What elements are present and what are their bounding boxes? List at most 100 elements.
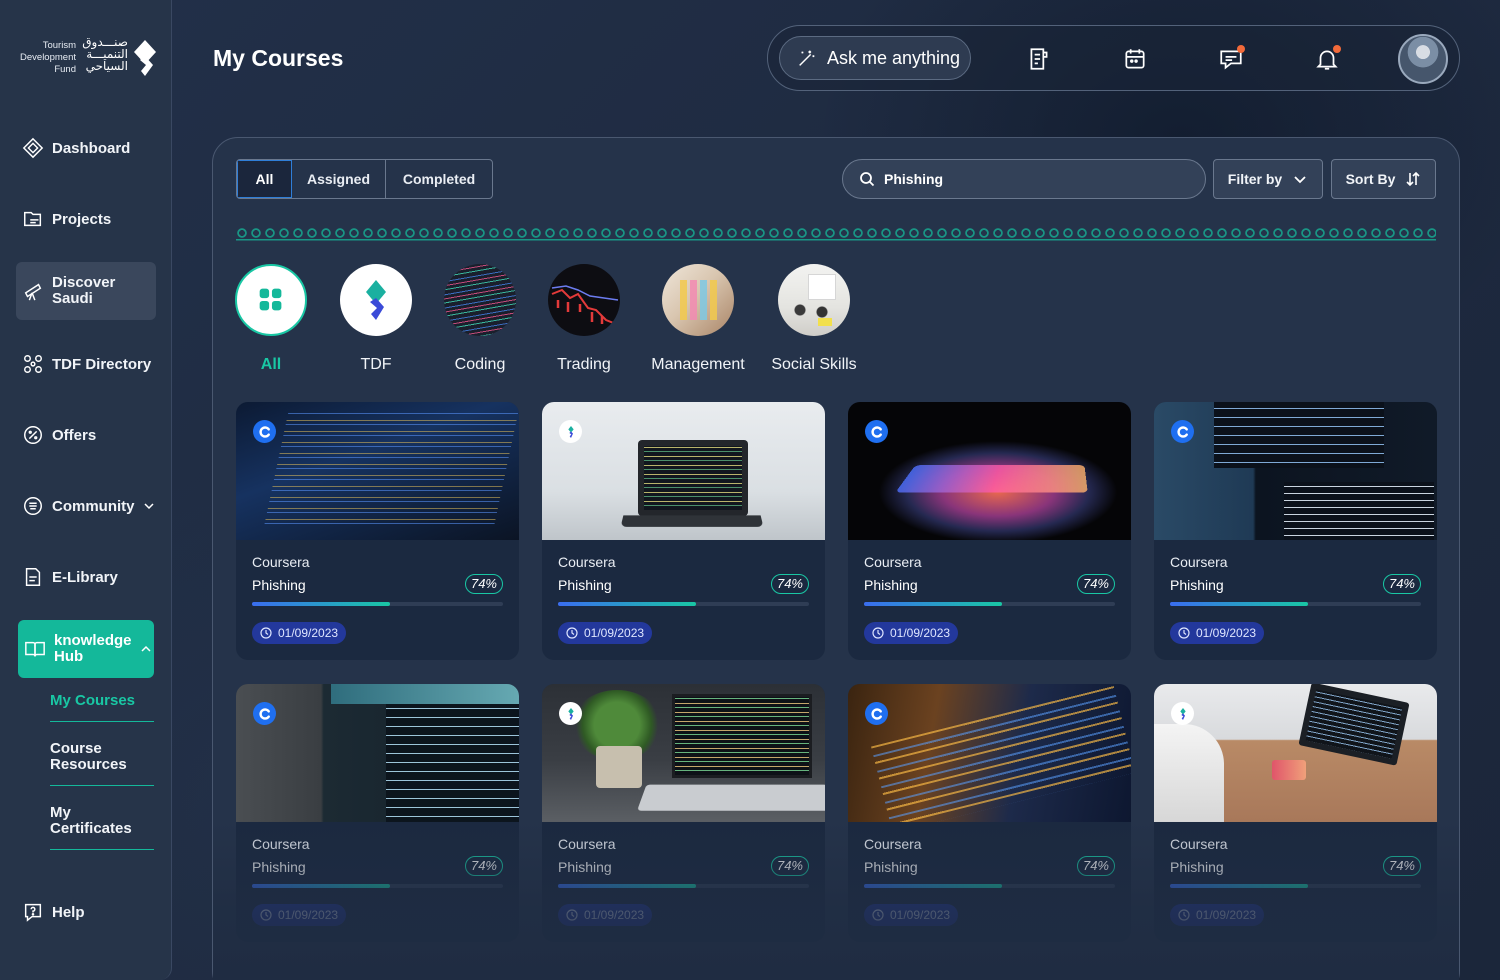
course-thumbnail bbox=[1154, 402, 1437, 540]
course-date-chip: 01/09/2023 bbox=[1170, 904, 1264, 926]
course-date-chip: 01/09/2023 bbox=[864, 622, 958, 644]
ask-me-anything-button[interactable]: Ask me anything bbox=[779, 36, 971, 80]
course-card[interactable]: Coursera Phishing 74% 01/09/2023 bbox=[848, 402, 1131, 660]
sidebar-item-dashboard[interactable]: Dashboard bbox=[16, 126, 156, 170]
chair-graphic bbox=[1154, 724, 1224, 822]
laptop-keyboard-graphic bbox=[621, 515, 764, 526]
sidebar-item-e-library[interactable]: E-Library bbox=[16, 555, 156, 599]
decorative-pattern-divider bbox=[236, 224, 1436, 242]
open-book-icon bbox=[24, 638, 46, 660]
clock-icon bbox=[260, 909, 272, 921]
course-thumbnail bbox=[542, 684, 825, 822]
category-coding[interactable]: Coding bbox=[435, 264, 525, 374]
sidebar: صنـــدوق التنميـــة السياحي Tourism Deve… bbox=[0, 0, 172, 980]
network-icon bbox=[22, 353, 44, 375]
sidebar-item-offers[interactable]: Offers bbox=[16, 413, 156, 457]
sort-by-button[interactable]: Sort By bbox=[1331, 159, 1436, 199]
category-trading[interactable]: Trading bbox=[539, 264, 629, 374]
course-card[interactable]: Coursera Phishing 74% 01/09/2023 bbox=[1154, 402, 1437, 660]
category-social-skills[interactable]: Social Skills bbox=[769, 264, 859, 374]
category-all[interactable]: All bbox=[226, 264, 316, 374]
community-icon bbox=[22, 495, 44, 517]
tab-completed[interactable]: Completed bbox=[386, 160, 492, 198]
grid-icon bbox=[237, 266, 305, 334]
progress-percent-badge: 74% bbox=[465, 574, 503, 594]
course-title: Phishing bbox=[558, 859, 612, 875]
magic-wand-icon bbox=[796, 47, 818, 69]
logo-arabic-text: صنـــدوق التنميـــة السياحي bbox=[82, 36, 128, 72]
progress-bar bbox=[864, 602, 1115, 606]
tab-assigned[interactable]: Assigned bbox=[292, 160, 386, 198]
course-card[interactable]: Coursera Phishing 74% 01/09/2023 bbox=[542, 684, 825, 942]
course-date-chip: 01/09/2023 bbox=[558, 904, 652, 926]
progress-percent-badge: 74% bbox=[771, 856, 809, 876]
course-title: Phishing bbox=[864, 577, 918, 593]
sidebar-item-projects[interactable]: Projects bbox=[16, 197, 156, 241]
course-card[interactable]: Coursera Phishing 74% 01/09/2023 bbox=[236, 402, 519, 660]
category-coding-image bbox=[444, 264, 516, 336]
course-card[interactable]: Coursera Phishing 74% 01/09/2023 bbox=[848, 684, 1131, 942]
notes-icon[interactable] bbox=[1026, 46, 1052, 72]
course-card[interactable]: Coursera Phishing 74% 01/09/2023 bbox=[542, 402, 825, 660]
candlestick-chart-icon bbox=[548, 264, 620, 336]
clock-icon bbox=[872, 909, 884, 921]
chevron-down-icon bbox=[1292, 171, 1308, 187]
coursera-icon bbox=[865, 702, 888, 725]
progress-percent-badge: 74% bbox=[1383, 856, 1421, 876]
course-card[interactable]: Coursera Phishing 74% 01/09/2023 bbox=[236, 684, 519, 942]
sidebar-item-help[interactable]: Help bbox=[16, 890, 156, 934]
top-action-bar: Ask me anything bbox=[767, 25, 1460, 91]
course-date-chip: 01/09/2023 bbox=[1170, 622, 1264, 644]
progress-bar-fill bbox=[1170, 884, 1308, 888]
sticky-notes-graphic bbox=[680, 280, 720, 320]
sidebar-item-discover-saudi[interactable]: Discover Saudi bbox=[16, 262, 156, 320]
clock-icon bbox=[872, 627, 884, 639]
sidebar-item-tdf-directory[interactable]: TDF Directory bbox=[16, 342, 156, 386]
course-title: Phishing bbox=[558, 577, 612, 593]
sidebar-sub-my-courses[interactable]: My Courses bbox=[50, 693, 154, 722]
progress-bar bbox=[864, 884, 1115, 888]
laptop-graphic bbox=[672, 694, 812, 778]
filter-by-button[interactable]: Filter by bbox=[1213, 159, 1323, 199]
progress-bar bbox=[558, 602, 809, 606]
category-management[interactable]: Management bbox=[653, 264, 743, 374]
tdf-logo-icon bbox=[559, 420, 582, 443]
clock-icon bbox=[260, 627, 272, 639]
calendar-icon[interactable] bbox=[1122, 46, 1148, 72]
progress-bar-fill bbox=[558, 602, 696, 606]
bell-icon[interactable] bbox=[1314, 46, 1340, 72]
course-card[interactable]: Coursera Phishing 74% 01/09/2023 bbox=[1154, 684, 1437, 942]
course-provider: Coursera bbox=[1170, 836, 1228, 852]
diamond-grid-icon bbox=[22, 137, 44, 159]
notification-dot bbox=[1333, 45, 1341, 53]
tab-all[interactable]: All bbox=[237, 160, 292, 198]
laptop-keyboard-graphic bbox=[637, 785, 825, 811]
whiteboard-graphic bbox=[808, 274, 836, 300]
search-icon bbox=[859, 171, 875, 187]
tdf-logo[interactable]: صنـــدوق التنميـــة السياحي Tourism Deve… bbox=[14, 36, 158, 84]
coursera-icon bbox=[253, 420, 276, 443]
chevron-down-icon[interactable] bbox=[143, 500, 155, 512]
category-trading-image bbox=[548, 264, 620, 336]
category-social-skills-image bbox=[778, 264, 850, 336]
progress-bar bbox=[252, 884, 503, 888]
sidebar-item-knowledge-hub[interactable]: knowledge Hub bbox=[18, 620, 154, 678]
people-graphic bbox=[792, 304, 836, 326]
chevron-up-icon[interactable] bbox=[140, 643, 152, 655]
plant-pot-graphic bbox=[596, 746, 642, 788]
clock-icon bbox=[566, 909, 578, 921]
tdf-logo-icon bbox=[1171, 702, 1194, 725]
search-input[interactable] bbox=[884, 171, 1184, 187]
sidebar-item-community[interactable]: Community bbox=[16, 484, 156, 528]
help-icon bbox=[22, 901, 44, 923]
progress-percent-badge: 74% bbox=[465, 856, 503, 876]
category-tdf[interactable]: TDF bbox=[331, 264, 421, 374]
sidebar-sub-my-certificates[interactable]: My Certificates bbox=[50, 805, 154, 850]
sort-arrows-icon bbox=[1405, 171, 1421, 187]
chat-icon[interactable] bbox=[1218, 46, 1244, 72]
progress-bar bbox=[252, 602, 503, 606]
code-screen-graphic bbox=[263, 410, 519, 530]
coursera-icon bbox=[253, 702, 276, 725]
sidebar-sub-course-resources[interactable]: Course Resources bbox=[50, 741, 154, 786]
user-avatar[interactable] bbox=[1398, 34, 1448, 84]
